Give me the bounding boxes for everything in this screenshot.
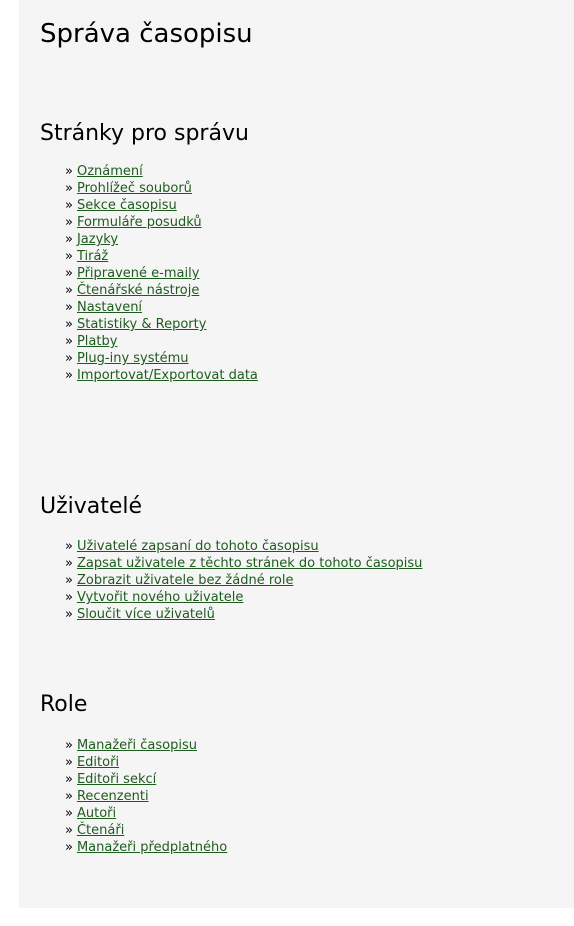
link-payments[interactable]: Platby [77,334,117,349]
link-prepared-emails[interactable]: Připravené e-maily [77,266,199,281]
list-item: » Platby [65,333,258,350]
roles-list: » Manažeři časopisu » Editoři » Editoři sek… [65,737,227,856]
link-languages[interactable]: Jazyky [77,232,118,247]
bullet: » [65,334,73,349]
bullet: » [65,300,73,315]
bullet: » [65,283,73,298]
bullet: » [65,539,73,554]
list-item: » Připravené e-maily [65,265,258,282]
list-item: » Prohlížeč souborů [65,180,258,197]
section-title-users: Uživatelé [40,494,143,519]
link-announcements[interactable]: Oznámení [77,164,143,179]
list-item: » Autoři [65,805,227,822]
list-item: » Sekce časopisu [65,197,258,214]
admin-pages-list: » Oznámení » Prohlížeč souborů » Sekce časo… [65,163,258,384]
list-item: » Manažeři časopisu [65,737,227,754]
bullet: » [65,840,73,855]
section-title-admin-pages: Stránky pro správu [40,121,249,146]
list-item: » Vytvořit nového uživatele [65,589,422,606]
bullet: » [65,198,73,213]
link-users-without-role[interactable]: Zobrazit uživatele bez žádné role [77,573,294,588]
link-journal-sections[interactable]: Sekce časopisu [77,198,177,213]
bullet: » [65,755,73,770]
list-item: » Sloučit více uživatelů [65,606,422,623]
list-item: » Uživatelé zapsaní do tohoto časopisu [65,538,422,555]
bullet: » [65,806,73,821]
bullet: » [65,823,73,838]
bullet: » [65,368,73,383]
bullet: » [65,738,73,753]
list-item: » Importovat/Exportovat data [65,367,258,384]
bullet: » [65,789,73,804]
list-item: » Editoři [65,754,227,771]
bullet: » [65,556,73,571]
section-title-roles: Role [40,692,88,717]
link-create-user[interactable]: Vytvořit nového uživatele [77,590,243,605]
bullet: » [65,573,73,588]
list-item: » Manažeři předplatného [65,839,227,856]
bullet: » [65,215,73,230]
bullet: » [65,164,73,179]
list-item: » Tiráž [65,248,258,265]
list-item: » Zapsat uživatele z těchto stránek do to… [65,555,422,572]
link-reviewers[interactable]: Recenzenti [77,789,149,804]
bullet: » [65,772,73,787]
bullet: » [65,266,73,281]
bullet: » [65,607,73,622]
list-item: » Čtenáři [65,822,227,839]
bullet: » [65,249,73,264]
list-item: » Jazyky [65,231,258,248]
link-setup[interactable]: Nastavení [77,300,142,315]
link-enroll-existing-user[interactable]: Zapsat uživatele z těchto stránek do toh… [77,556,422,571]
link-editors[interactable]: Editoři [77,755,119,770]
list-item: » Statistiky & Reporty [65,316,258,333]
link-section-editors[interactable]: Editoři sekcí [77,772,156,787]
bullet: » [65,590,73,605]
bullet: » [65,232,73,247]
link-reading-tools[interactable]: Čtenářské nástroje [77,283,199,298]
list-item: » Recenzenti [65,788,227,805]
list-item: » Editoři sekcí [65,771,227,788]
bullet: » [65,351,73,366]
journal-management-panel: Správa časopisu Stránky pro správu » Ozná… [19,0,574,908]
link-authors[interactable]: Autoři [77,806,116,821]
page-title: Správa časopisu [40,19,253,49]
link-system-plugins[interactable]: Plug-iny systému [77,351,189,366]
link-journal-managers[interactable]: Manažeři časopisu [77,738,197,753]
users-list: » Uživatelé zapsaní do tohoto časopisu » Z… [65,538,422,623]
link-file-browser[interactable]: Prohlížeč souborů [77,181,192,196]
link-stats-reports[interactable]: Statistiky & Reporty [77,317,206,332]
bullet: » [65,181,73,196]
list-item: » Čtenářské nástroje [65,282,258,299]
link-enrolled-users[interactable]: Uživatelé zapsaní do tohoto časopisu [77,539,319,554]
link-subscription-managers[interactable]: Manažeři předplatného [77,840,227,855]
link-masthead[interactable]: Tiráž [77,249,108,264]
list-item: » Zobrazit uživatele bez žádné role [65,572,422,589]
link-review-forms[interactable]: Formuláře posudků [77,215,202,230]
link-import-export[interactable]: Importovat/Exportovat data [77,368,258,383]
list-item: » Oznámení [65,163,258,180]
bullet: » [65,317,73,332]
list-item: » Nastavení [65,299,258,316]
list-item: » Formuláře posudků [65,214,258,231]
link-readers[interactable]: Čtenáři [77,823,124,838]
link-merge-users[interactable]: Sloučit více uživatelů [77,607,215,622]
list-item: » Plug-iny systému [65,350,258,367]
